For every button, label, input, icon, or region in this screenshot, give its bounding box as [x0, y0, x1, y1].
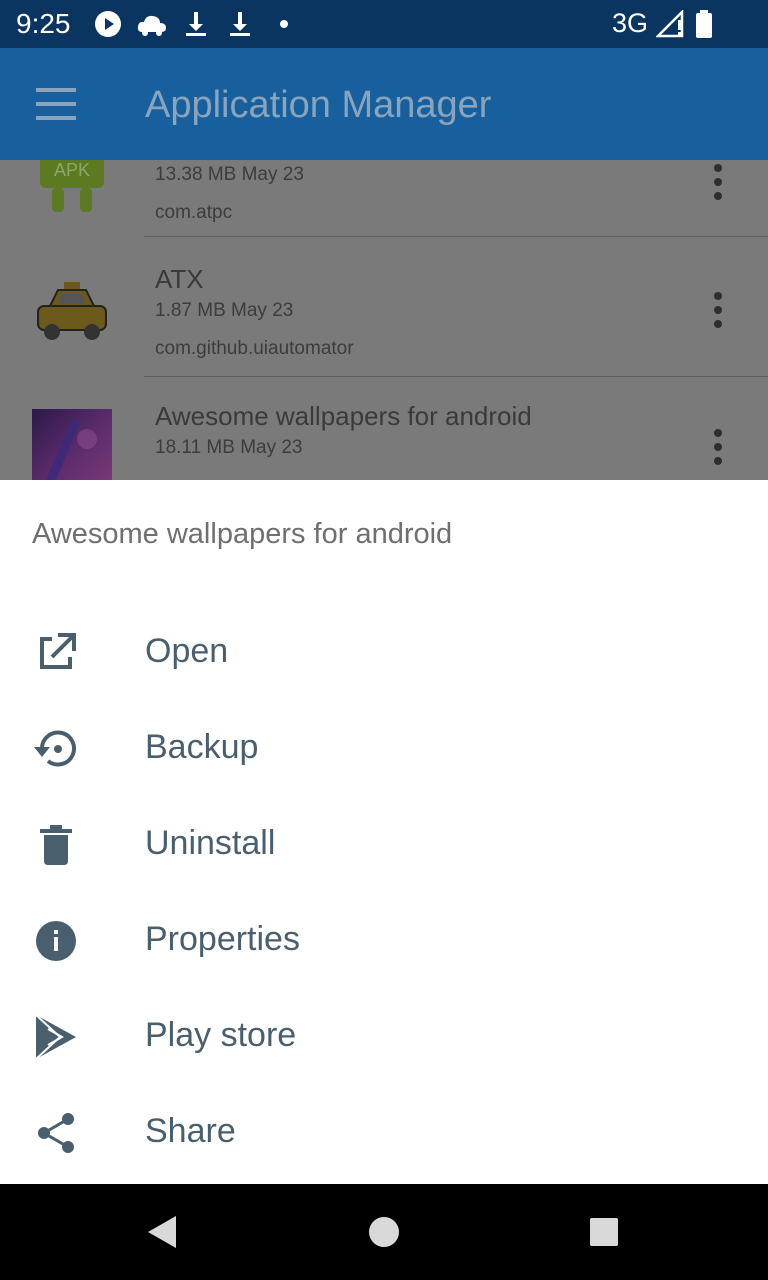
app-name: ATX — [155, 264, 204, 294]
app-size-date: 13.38 MB May 23 — [155, 164, 304, 185]
list-item[interactable]: APK 13.38 MB May 23 com.atpc — [0, 160, 768, 237]
list-item[interactable]: Awesome wallpapers for android 18.11 MB … — [0, 377, 768, 480]
home-icon[interactable] — [364, 1212, 404, 1252]
list-item[interactable]: ATX 1.87 MB May 23 com.github.uiautomato… — [0, 240, 768, 377]
network-type: 3G — [612, 8, 649, 38]
back-icon[interactable] — [144, 1212, 184, 1252]
share-icon — [38, 1113, 74, 1153]
menu-item-properties[interactable]: Properties — [0, 893, 768, 989]
status-bar: 9:25 3G — [0, 0, 768, 48]
divider — [144, 236, 768, 237]
app-bar: Application Manager — [0, 48, 768, 160]
menu-item-label: Uninstall — [145, 824, 276, 862]
taxi-icon — [37, 282, 107, 340]
menu-item-uninstall[interactable]: Uninstall — [0, 797, 768, 893]
bottom-sheet: Awesome wallpapers for android Open Back… — [0, 480, 768, 1184]
apk-label: APK — [54, 160, 90, 180]
page-title: Application Manager — [145, 84, 492, 126]
recents-icon[interactable] — [584, 1212, 624, 1252]
more-options-icon[interactable] — [708, 164, 728, 204]
menu-item-label: Play store — [145, 1016, 297, 1054]
menu-item-label: Open — [145, 632, 229, 670]
cloud-icon — [137, 15, 166, 36]
dot-icon — [280, 20, 288, 28]
menu-item-label: Backup — [145, 728, 259, 766]
play-store-icon — [35, 1014, 76, 1060]
app-list: APK 13.38 MB May 23 com.atpc ATX 1.87 MB… — [0, 160, 768, 480]
more-options-icon[interactable] — [708, 429, 728, 469]
trash-icon — [40, 825, 72, 865]
more-options-icon[interactable] — [708, 292, 728, 332]
open-external-icon — [40, 633, 76, 669]
menu-item-play-store[interactable]: Play store — [0, 989, 768, 1085]
status-time: 9:25 — [16, 8, 71, 39]
navigation-bar — [0, 1184, 768, 1280]
info-icon — [36, 921, 76, 961]
menu-item-open[interactable]: Open — [0, 605, 768, 701]
menu-item-backup[interactable]: Backup — [0, 701, 768, 797]
apk-android-icon: APK — [40, 160, 104, 212]
battery-icon — [696, 10, 712, 38]
sheet-title: Awesome wallpapers for android — [32, 518, 453, 550]
signal-icon — [656, 10, 684, 38]
download-icon — [186, 12, 206, 36]
app-size-date: 18.11 MB May 23 — [155, 437, 303, 458]
app-package: com.atpc — [155, 202, 233, 223]
menu-item-label: Share — [145, 1112, 236, 1150]
hamburger-menu-icon[interactable] — [36, 86, 76, 122]
backup-restore-icon — [34, 730, 76, 767]
app-size-date: 1.87 MB May 23 — [155, 300, 294, 321]
app-package: com.github.uiautomator — [155, 338, 354, 359]
play-icon — [95, 11, 121, 37]
download-icon — [230, 12, 250, 36]
menu-item-share[interactable]: Share — [0, 1085, 768, 1181]
menu-item-label: Properties — [145, 920, 300, 958]
wallpaper-thumbnail — [32, 409, 112, 480]
app-name: Awesome wallpapers for android — [155, 401, 532, 431]
